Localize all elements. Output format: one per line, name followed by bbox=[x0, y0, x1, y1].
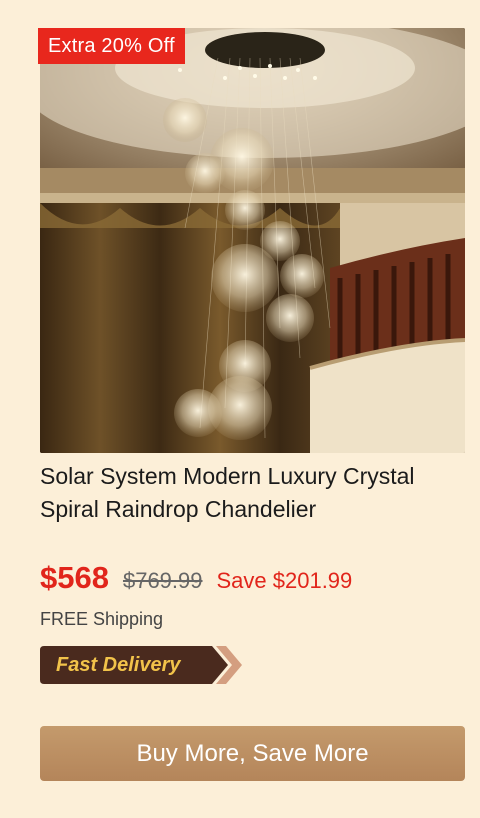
original-price: $769.99 bbox=[122, 568, 203, 593]
sale-price: $568 bbox=[40, 560, 109, 595]
buy-more-button[interactable]: Buy More, Save More bbox=[40, 726, 465, 781]
fast-delivery-tag: Fast Delivery bbox=[40, 646, 242, 684]
price-row: $568 $769.99 Save $201.99 bbox=[40, 560, 352, 600]
product-title[interactable]: Solar System Modern Luxury Crystal Spira… bbox=[40, 460, 470, 526]
product-image[interactable] bbox=[40, 28, 465, 453]
shipping-info: FREE Shipping bbox=[40, 609, 164, 629]
discount-badge: Extra 20% Off bbox=[38, 28, 185, 64]
product-card[interactable]: Extra 20% Off Solar System Modern Luxury… bbox=[0, 0, 480, 818]
fast-delivery-label: Fast Delivery bbox=[56, 654, 181, 676]
chandelier-photo bbox=[40, 28, 465, 453]
savings-text: Save $201.99 bbox=[216, 568, 353, 593]
